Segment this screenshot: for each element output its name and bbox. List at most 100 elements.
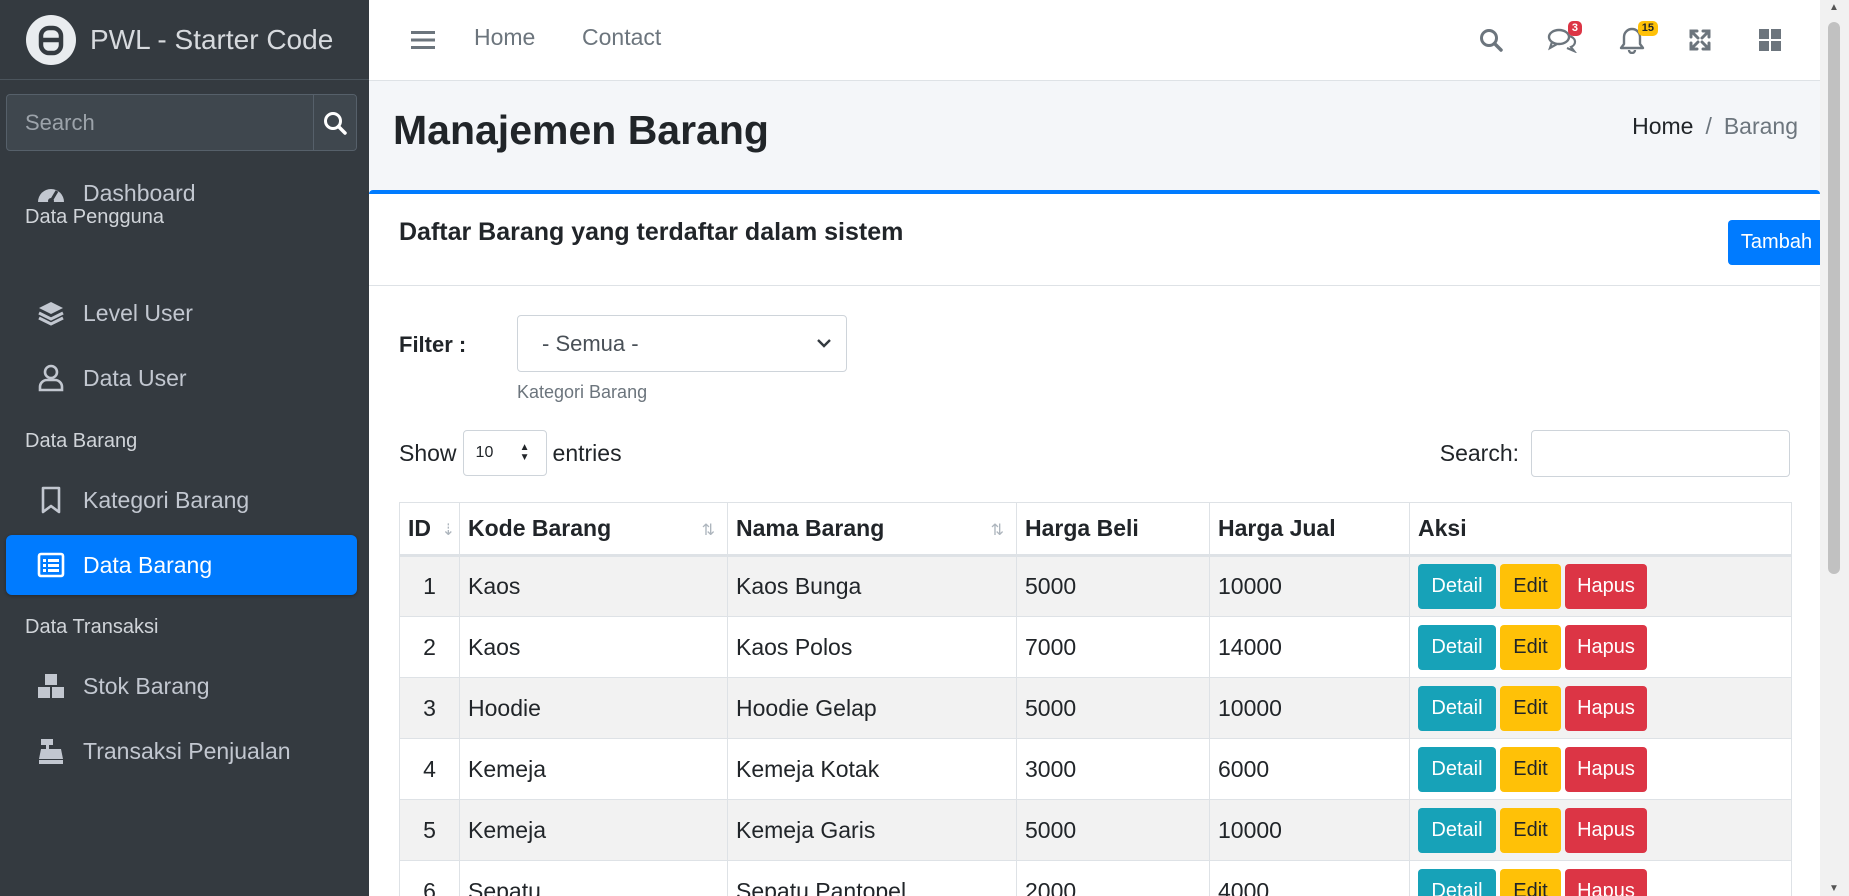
breadcrumb-home-link[interactable]: Home bbox=[1632, 113, 1693, 139]
edit-button[interactable]: Edit bbox=[1500, 564, 1561, 609]
cell-harga-jual: 10000 bbox=[1209, 555, 1410, 617]
cell-aksi: Detail Edit Hapus bbox=[1409, 738, 1792, 800]
column-header-kode-barang[interactable]: Kode Barang ⇅ bbox=[459, 502, 728, 557]
detail-button[interactable]: Detail bbox=[1418, 807, 1496, 853]
card-header: Daftar Barang yang terdaftar dalam siste… bbox=[369, 194, 1825, 286]
column-header-harga-jual: Harga Jual bbox=[1209, 502, 1410, 557]
sidebar-item-stok-barang[interactable]: Stok Barang bbox=[6, 656, 357, 716]
table-row: 6 Sepatu Sepatu Pantopel 2000 4000 Detail Edit… bbox=[399, 860, 1792, 896]
navbar-search-icon[interactable] bbox=[1473, 22, 1509, 58]
sidebar-item-kategori-barang[interactable]: Kategori Barang bbox=[6, 470, 357, 530]
bookmark-icon bbox=[35, 484, 67, 516]
kategori-filter-select[interactable]: - Semua - bbox=[517, 315, 847, 372]
cell-nama-barang: Kemeja Garis bbox=[727, 799, 1017, 861]
cell-kode-barang: Kemeja bbox=[459, 799, 728, 861]
column-header-aksi: Aksi bbox=[1409, 502, 1792, 557]
filter-help-text: Kategori Barang bbox=[517, 382, 648, 402]
control-sidebar-grid-icon[interactable] bbox=[1752, 22, 1788, 58]
breadcrumb: Home / Barang bbox=[1632, 113, 1798, 140]
column-label: Harga Jual bbox=[1218, 515, 1336, 541]
page-scrollbar[interactable]: ▲ ▼ bbox=[1820, 0, 1849, 896]
table-row: 2 Kaos Kaos Polos 7000 14000 Detail Edit Hapus bbox=[399, 616, 1792, 678]
user-icon bbox=[35, 362, 67, 394]
detail-button[interactable]: Detail bbox=[1418, 685, 1496, 731]
tambah-button[interactable]: Tambah bbox=[1728, 220, 1825, 265]
sidebar-item-label: Data User bbox=[83, 364, 187, 391]
cell-id: 6 bbox=[399, 860, 460, 896]
entries-length: Show 10 ▲ ▼ entries bbox=[399, 430, 622, 476]
detail-button[interactable]: Detail bbox=[1418, 564, 1496, 609]
cell-id: 4 bbox=[399, 738, 460, 800]
table-body: 1 Kaos Kaos Bunga 5000 10000 Detail Edit Hapus 2… bbox=[399, 555, 1792, 896]
notifications-bell-icon[interactable]: 15 bbox=[1614, 21, 1658, 58]
nav-link-contact[interactable]: Contact bbox=[582, 24, 661, 51]
nav-link-home[interactable]: Home bbox=[474, 24, 535, 51]
messages-badge: 3 bbox=[1567, 21, 1582, 36]
table-row: 5 Kemeja Kemeja Garis 5000 10000 Detail Edit Ha… bbox=[399, 799, 1792, 861]
sidebar-item-label: Dashboard bbox=[83, 179, 196, 206]
cell-harga-jual: 14000 bbox=[1209, 616, 1410, 678]
brand-logo-icon bbox=[26, 14, 76, 65]
sidebar-item-label: Data Barang bbox=[83, 551, 213, 578]
hamburger-menu-icon[interactable] bbox=[405, 22, 441, 58]
sidebar-item-transaksi-penjualan[interactable]: Transaksi Penjualan bbox=[6, 721, 357, 781]
sidebar-item-label: Level User bbox=[83, 299, 193, 326]
column-header-id[interactable]: ID ⇣ bbox=[399, 502, 460, 557]
kategori-filter-value: - Semua - bbox=[542, 330, 639, 356]
detail-button[interactable]: Detail bbox=[1418, 868, 1496, 896]
sidebar-item-data-barang[interactable]: Data Barang bbox=[6, 535, 357, 595]
cell-nama-barang: Kaos Bunga bbox=[727, 555, 1017, 617]
scrollbar-thumb[interactable] bbox=[1828, 22, 1840, 574]
sidebar-search bbox=[6, 94, 357, 151]
hapus-button[interactable]: Hapus bbox=[1565, 807, 1647, 853]
cell-harga-jual: 10000 bbox=[1209, 677, 1410, 739]
notifications-badge: 15 bbox=[1637, 21, 1658, 36]
cell-nama-barang: Kemeja Kotak bbox=[727, 738, 1017, 800]
content-header: Manajemen Barang Home / Barang bbox=[369, 81, 1820, 191]
cell-kode-barang: Kaos bbox=[459, 616, 728, 678]
detail-button[interactable]: Detail bbox=[1418, 624, 1496, 670]
edit-button[interactable]: Edit bbox=[1500, 868, 1561, 896]
edit-button[interactable]: Edit bbox=[1500, 624, 1561, 670]
sidebar: PWL - Starter Code Dashboard Data Penggu… bbox=[0, 0, 369, 896]
messages-icon[interactable]: 3 bbox=[1544, 21, 1582, 58]
brand-title: PWL - Starter Code bbox=[90, 23, 334, 55]
fullscreen-expand-icon[interactable] bbox=[1682, 22, 1718, 58]
edit-button[interactable]: Edit bbox=[1500, 685, 1561, 731]
cell-nama-barang: Kaos Polos bbox=[727, 616, 1017, 678]
hapus-button[interactable]: Hapus bbox=[1565, 868, 1647, 896]
breadcrumb-separator: / bbox=[1705, 113, 1712, 139]
edit-button[interactable]: Edit bbox=[1500, 746, 1561, 792]
sidebar-item-label: Stok Barang bbox=[83, 672, 210, 699]
sidebar-item-level-user[interactable]: Level User bbox=[6, 283, 357, 343]
cell-id: 1 bbox=[399, 555, 460, 617]
cell-harga-beli: 5000 bbox=[1016, 677, 1210, 739]
sidebar-item-data-user[interactable]: Data User bbox=[6, 348, 357, 408]
column-header-nama-barang[interactable]: Nama Barang ⇅ bbox=[727, 502, 1017, 557]
table-search-input[interactable] bbox=[1531, 430, 1790, 477]
column-label: Harga Beli bbox=[1025, 515, 1139, 541]
cell-harga-jual: 4000 bbox=[1209, 860, 1410, 896]
table-row: 1 Kaos Kaos Bunga 5000 10000 Detail Edit Hapus bbox=[399, 555, 1792, 617]
edit-button[interactable]: Edit bbox=[1500, 807, 1561, 853]
brand-link[interactable]: PWL - Starter Code bbox=[0, 0, 369, 80]
sort-desc-icon: ⇣ bbox=[441, 522, 455, 539]
cash-register-icon bbox=[35, 735, 67, 767]
cell-nama-barang: Hoodie Gelap bbox=[727, 677, 1017, 739]
sidebar-search-button[interactable] bbox=[313, 95, 356, 150]
column-label: Aksi bbox=[1418, 515, 1467, 541]
hapus-button[interactable]: Hapus bbox=[1565, 685, 1647, 731]
list-alt-icon bbox=[35, 549, 67, 581]
cell-kode-barang: Sepatu bbox=[459, 860, 728, 896]
hapus-button[interactable]: Hapus bbox=[1565, 564, 1647, 609]
sidebar-item-label: Kategori Barang bbox=[83, 486, 250, 513]
entries-length-select[interactable]: 10 ▲ ▼ bbox=[462, 430, 547, 476]
scroll-up-arrow-icon[interactable]: ▲ bbox=[1829, 2, 1839, 13]
scroll-down-arrow-icon[interactable]: ▼ bbox=[1829, 883, 1839, 894]
cell-kode-barang: Kemeja bbox=[459, 738, 728, 800]
detail-button[interactable]: Detail bbox=[1418, 746, 1496, 792]
sidebar-search-input[interactable] bbox=[7, 95, 313, 150]
hapus-button[interactable]: Hapus bbox=[1565, 746, 1647, 792]
nav-header-data-transaksi: Data Transaksi bbox=[25, 616, 159, 638]
hapus-button[interactable]: Hapus bbox=[1565, 624, 1647, 670]
